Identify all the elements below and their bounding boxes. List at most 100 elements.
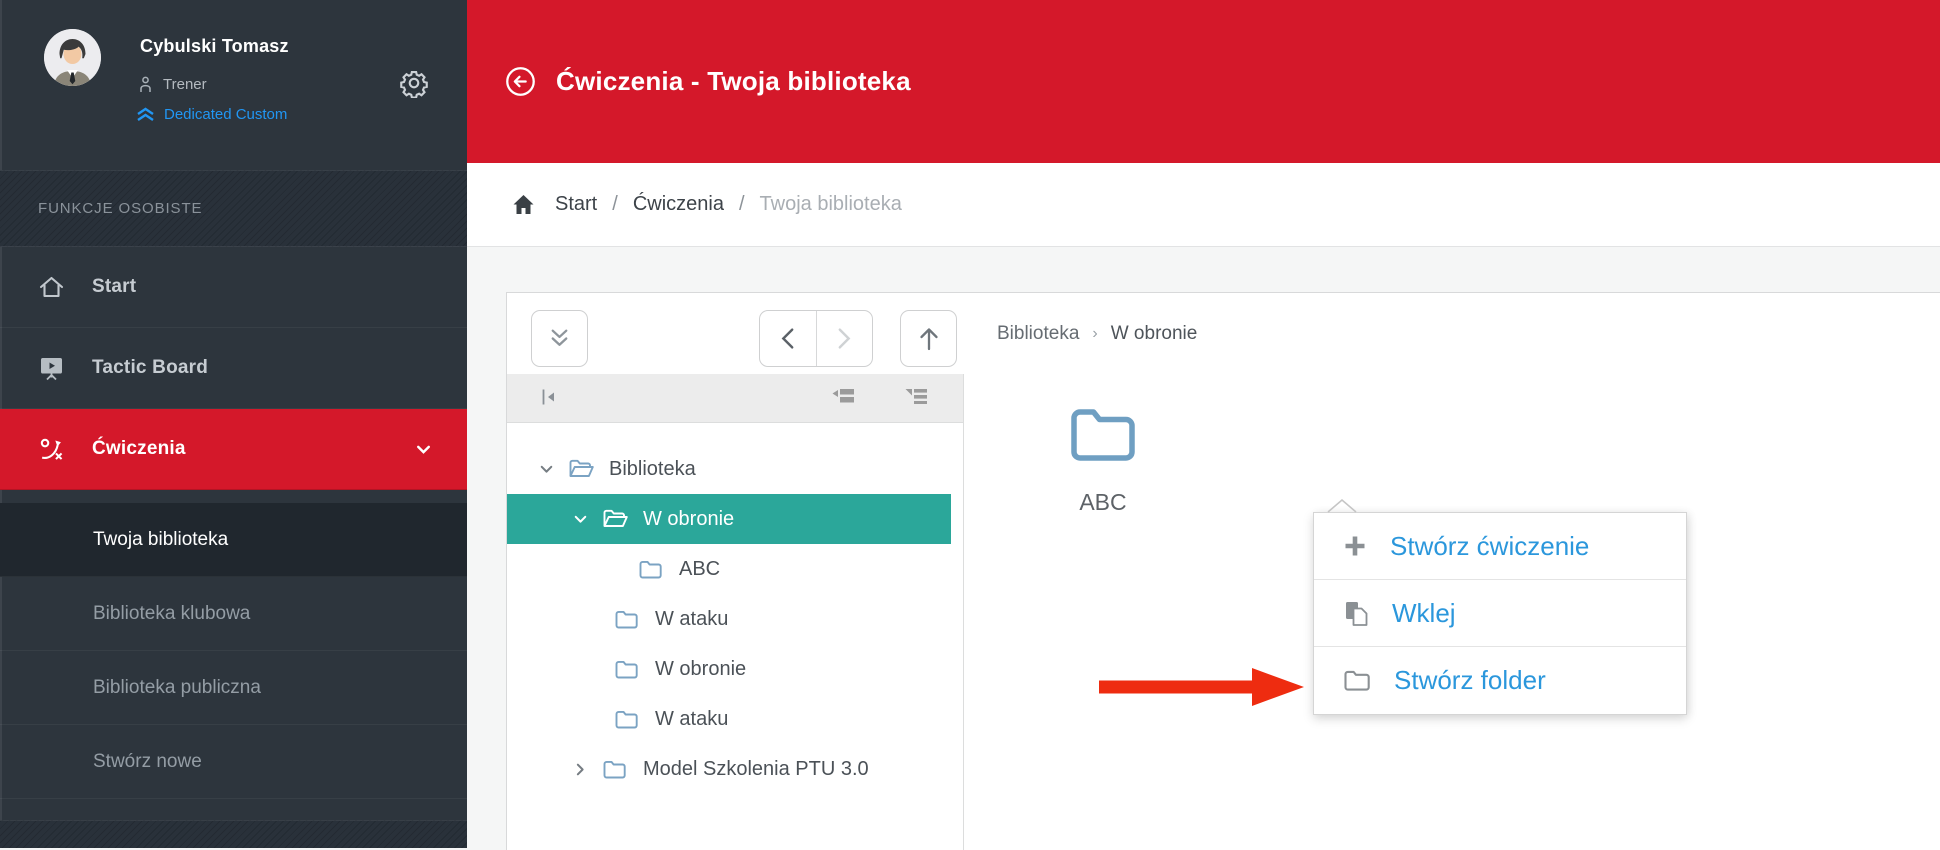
breadcrumb-separator: / (739, 193, 745, 216)
sidebar-subnav: Twoja biblioteka Biblioteka klubowa Bibl… (0, 490, 467, 799)
tree-row-label: W obronie (643, 508, 734, 531)
sidebar-subitem-stworz-nowe[interactable]: Stwórz nowe (0, 725, 467, 799)
menu-item-wklej[interactable]: Wklej (1314, 580, 1686, 647)
folder-icon (638, 559, 665, 580)
chevron-right-icon (837, 327, 852, 350)
plus-icon (1343, 534, 1367, 558)
path-current: W obronie (1111, 323, 1198, 345)
folder-icon (614, 709, 641, 730)
file-explorer-panel: Biblioteka › W obronie (506, 292, 1940, 850)
home-icon[interactable] (512, 194, 535, 215)
chevron-left-icon (780, 327, 795, 350)
sidebar-subitem-label: Biblioteka klubowa (93, 603, 250, 625)
folder-icon (602, 759, 629, 780)
collapse-pane-icon[interactable] (538, 386, 560, 408)
path-item[interactable]: Biblioteka (997, 323, 1079, 345)
sidebar-subitem-label: Twoja biblioteka (93, 529, 228, 551)
tree-row-label: W ataku (655, 608, 728, 631)
sidebar-item-cwiczenia[interactable]: Ćwiczenia (0, 409, 467, 490)
up-level-button[interactable] (900, 310, 957, 367)
sidebar-item-label: Start (92, 276, 136, 298)
content-area: Biblioteka › W obronie (467, 248, 1940, 848)
annotation-arrow (1099, 665, 1305, 709)
forward-button[interactable] (816, 311, 873, 366)
person-icon (138, 76, 153, 93)
folder-tree-pane: Biblioteka W obronie (507, 374, 964, 850)
tree-row-w-ataku-2[interactable]: W ataku (507, 694, 951, 744)
user-plan[interactable]: Dedicated Custom (136, 106, 287, 123)
paste-icon (1343, 600, 1369, 627)
menu-item-stworz-cwiczenie[interactable]: Stwórz ćwiczenie (1314, 513, 1686, 580)
sidebar-subitem-biblioteka-publiczna[interactable]: Biblioteka publiczna (0, 651, 467, 725)
chevron-down-icon[interactable] (538, 461, 557, 478)
tree-row-abc[interactable]: ABC (507, 544, 951, 594)
sidebar-section-label: FUNKCJE OSOBISTE (38, 200, 202, 217)
sidebar-subitem-biblioteka-klubowa[interactable]: Biblioteka klubowa (0, 577, 467, 651)
chevron-down-icon (414, 440, 433, 459)
explorer-path: Biblioteka › W obronie (997, 293, 1197, 374)
arrow-up-icon (917, 326, 941, 352)
explorer-body: Biblioteka W obronie (507, 374, 1940, 850)
menu-item-label: Wklej (1392, 598, 1456, 629)
tree-row-label: Biblioteka (609, 458, 696, 481)
user-plan-label: Dedicated Custom (164, 106, 287, 123)
back-circle-icon[interactable] (505, 66, 536, 97)
sidebar-nav: Start Tactic Board Ćwiczenia Twoja bibli… (0, 247, 467, 799)
home-icon (38, 275, 65, 300)
folder-tile-label: ABC (1046, 489, 1160, 516)
double-chevron-down-icon (547, 327, 572, 350)
tree-row-w-obronie-selected[interactable]: W obronie (507, 494, 951, 544)
tree-row-w-ataku[interactable]: W ataku (507, 594, 951, 644)
tree-row-label: W obronie (655, 658, 746, 681)
sidebar-item-start[interactable]: Start (0, 247, 467, 328)
double-chevron-up-icon (136, 106, 155, 123)
breadcrumb-item[interactable]: Ćwiczenia (633, 193, 724, 216)
drills-icon (38, 436, 65, 463)
page-title: Ćwiczenia - Twoja biblioteka (556, 66, 911, 97)
folder-open-icon (602, 508, 629, 530)
user-card: Cybulski Tomasz Trener Dedicated Custom (0, 0, 467, 170)
avatar-illustration (44, 29, 101, 86)
back-button[interactable] (760, 311, 816, 366)
breadcrumb: Start / Ćwiczenia / Twoja biblioteka (467, 163, 1940, 247)
folder-tile-abc[interactable]: ABC (1046, 406, 1160, 516)
sidebar-item-tactic-board[interactable]: Tactic Board (0, 328, 467, 409)
tree-row-label: Model Szkolenia PTU 3.0 (643, 758, 869, 781)
menu-item-label: Stwórz folder (1394, 665, 1546, 696)
sidebar-next-section-band (0, 820, 467, 848)
tree-row-w-obronie[interactable]: W obronie (507, 644, 951, 694)
sidebar: Cybulski Tomasz Trener Dedicated Custom … (0, 0, 467, 848)
user-role: Trener (138, 76, 207, 93)
avatar[interactable] (44, 29, 101, 86)
user-role-label: Trener (163, 76, 207, 93)
folder-icon (614, 609, 641, 630)
menu-item-stworz-folder[interactable]: Stwórz folder (1314, 647, 1686, 714)
folder-icon (614, 659, 641, 680)
gear-icon[interactable] (399, 66, 433, 100)
tactic-board-icon (38, 355, 65, 381)
context-menu: Stwórz ćwiczenie Wklej Stwórz folder (1313, 512, 1687, 715)
collapse-all-icon[interactable] (830, 386, 857, 404)
history-nav-group (759, 310, 873, 367)
chevron-down-icon[interactable] (572, 511, 591, 528)
tree-row-biblioteka[interactable]: Biblioteka (507, 444, 951, 494)
sidebar-item-label: Tactic Board (92, 357, 208, 379)
user-name: Cybulski Tomasz (140, 36, 289, 57)
chevron-right-icon[interactable] (572, 761, 591, 778)
tree-row-model-szkolenia[interactable]: Model Szkolenia PTU 3.0 (507, 744, 951, 794)
sidebar-subitem-twoja-biblioteka[interactable]: Twoja biblioteka (0, 503, 467, 577)
path-separator: › (1092, 325, 1097, 343)
sidebar-subitem-label: Stwórz nowe (93, 751, 202, 773)
tree-row-label: W ataku (655, 708, 728, 731)
main-area: Ćwiczenia - Twoja biblioteka Start / Ćwi… (467, 0, 1940, 848)
sidebar-section-header: FUNKCJE OSOBISTE (0, 170, 467, 247)
breadcrumb-item[interactable]: Start (555, 193, 597, 216)
sidebar-item-label: Ćwiczenia (92, 438, 186, 460)
expand-all-icon[interactable] (903, 386, 930, 404)
page-header: Ćwiczenia - Twoja biblioteka (467, 0, 1940, 163)
breadcrumb-current: Twoja biblioteka (760, 193, 902, 216)
expand-panel-button[interactable] (531, 310, 588, 367)
breadcrumb-separator: / (612, 193, 618, 216)
folder-icon (1343, 669, 1371, 692)
menu-item-label: Stwórz ćwiczenie (1390, 531, 1589, 562)
